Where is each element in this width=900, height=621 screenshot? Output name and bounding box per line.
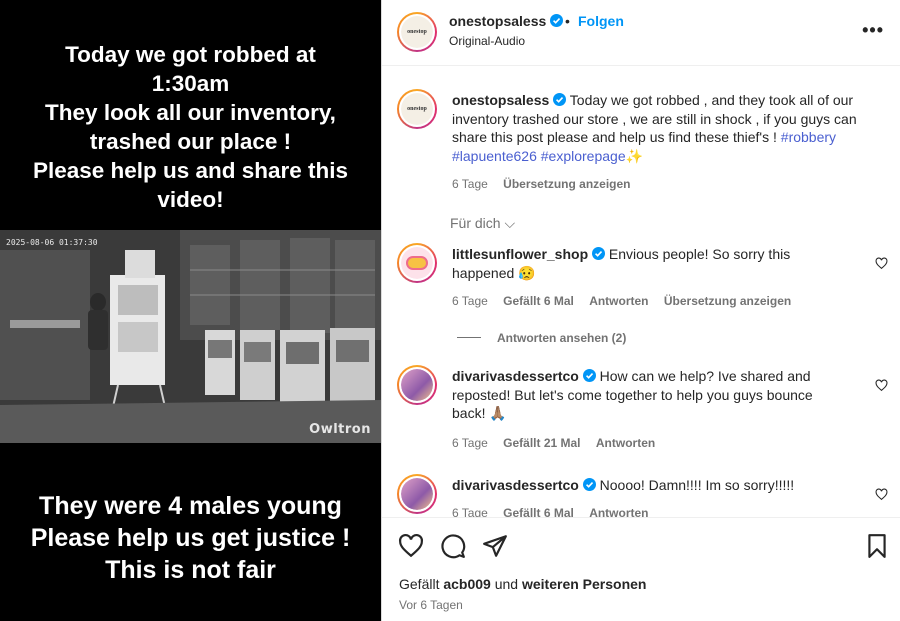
comment-reply-button[interactable]: Antworten [589, 506, 648, 517]
comment-meta: 6 Tage Gefällt 6 Mal Antworten Übersetzu… [452, 294, 803, 308]
comment-age[interactable]: 6 Tage [452, 436, 488, 450]
view-replies-button[interactable]: Antworten ansehen (2) [457, 331, 626, 345]
comment-text: divarivasdessertco How can we help? Ive … [452, 367, 842, 423]
comment-meta: 6 Tage Gefällt 6 Mal Antworten [452, 506, 661, 517]
follow-button[interactable]: Folgen [578, 13, 624, 29]
like-heart-icon[interactable] [398, 533, 424, 559]
comment-reply-button[interactable]: Antworten [596, 436, 655, 450]
share-send-icon[interactable] [482, 533, 508, 559]
more-options-icon[interactable]: ••• [862, 20, 884, 41]
comment-username[interactable]: divarivasdessertco [452, 368, 579, 384]
caption-text: onestopsaless Today we got robbed , and … [452, 91, 872, 165]
comment-likes[interactable]: Gefällt 6 Mal [503, 294, 574, 308]
comment-text: littlesunflower_shop Envious people! So … [452, 245, 832, 282]
comment-age[interactable]: 6 Tage [452, 506, 488, 517]
post-actions-bar: Gefällt acb009 und weiteren Personen Vor… [382, 517, 900, 621]
commenter-avatar[interactable] [397, 474, 437, 514]
post-date[interactable]: Vor 6 Tagen [399, 598, 463, 612]
post-header: onestop onestopsaless • Folgen Original-… [382, 0, 900, 66]
comment-text: divarivasdessertco Noooo! Damn!!!! Im so… [452, 476, 842, 495]
caption-meta: 6 Tage Übersetzung anzeigen [452, 177, 643, 191]
like-comment-heart-icon[interactable] [875, 488, 888, 501]
view-replies-label[interactable]: Antworten ansehen (2) [497, 331, 626, 345]
liked-by-others[interactable]: weiteren Personen [522, 576, 647, 592]
comment-likes[interactable]: Gefällt 21 Mal [503, 436, 580, 450]
caption-age[interactable]: 6 Tage [452, 177, 488, 191]
verified-badge-icon [553, 93, 567, 106]
for-you-filter[interactable]: Für dich ⌵ [450, 215, 515, 232]
audio-label[interactable]: Original-Audio [449, 34, 525, 48]
replies-line [457, 337, 481, 338]
comment-bubble-icon[interactable] [440, 533, 466, 559]
verified-badge-icon [582, 369, 596, 382]
like-comment-heart-icon[interactable] [875, 379, 888, 392]
comment-reply-button[interactable]: Antworten [589, 294, 648, 308]
verified-badge-icon [592, 247, 606, 260]
author-username-text[interactable]: onestopsaless [449, 13, 546, 29]
verified-badge-icon [582, 478, 596, 491]
comments-section[interactable]: onestop onestopsaless Today we got robbe… [382, 67, 900, 517]
liked-by-user[interactable]: acb009 [443, 576, 490, 592]
verified-badge-icon [550, 14, 564, 27]
video-top-caption: Today we got robbed at 1:30am They look … [32, 42, 349, 212]
camera-brand-watermark: Owltron [309, 422, 371, 437]
comment-age[interactable]: 6 Tage [452, 294, 488, 308]
likes-prefix: Gefällt [399, 576, 444, 592]
author-username[interactable]: onestopsaless [449, 13, 564, 29]
cctv-footage: 2025-08-06 01:37:30 Owltron [0, 230, 381, 443]
caption-username[interactable]: onestopsaless [452, 92, 549, 108]
header-separator: • [565, 13, 570, 29]
cctv-timestamp: 2025-08-06 01:37:30 [6, 238, 98, 247]
caption-translate-link[interactable]: Übersetzung anzeigen [503, 177, 630, 191]
comment-username[interactable]: divarivasdessertco [452, 477, 579, 493]
comment-meta: 6 Tage Gefällt 21 Mal Antworten [452, 436, 667, 450]
save-bookmark-icon[interactable] [864, 533, 890, 559]
caption-author-avatar[interactable]: onestop [397, 89, 437, 129]
comment-translate-link[interactable]: Übersetzung anzeigen [664, 294, 791, 308]
comment-body: Noooo! Damn!!!! Im so sorry!!!!! [595, 477, 795, 493]
comment-username[interactable]: littlesunflower_shop [452, 246, 588, 262]
commenter-avatar[interactable] [397, 243, 437, 283]
post-media[interactable]: Today we got robbed at 1:30am They look … [0, 0, 381, 621]
author-avatar[interactable]: onestop [397, 12, 437, 52]
post-panel: onestop onestopsaless • Folgen Original-… [381, 0, 900, 621]
cctv-scene [0, 230, 381, 443]
commenter-avatar[interactable] [397, 365, 437, 405]
like-comment-heart-icon[interactable] [875, 257, 888, 270]
likes-summary[interactable]: Gefällt acb009 und weiteren Personen [399, 576, 646, 592]
video-bottom-caption: They were 4 males young Please help us g… [30, 492, 351, 584]
likes-mid: und [490, 576, 522, 592]
comment-likes[interactable]: Gefällt 6 Mal [503, 506, 574, 517]
